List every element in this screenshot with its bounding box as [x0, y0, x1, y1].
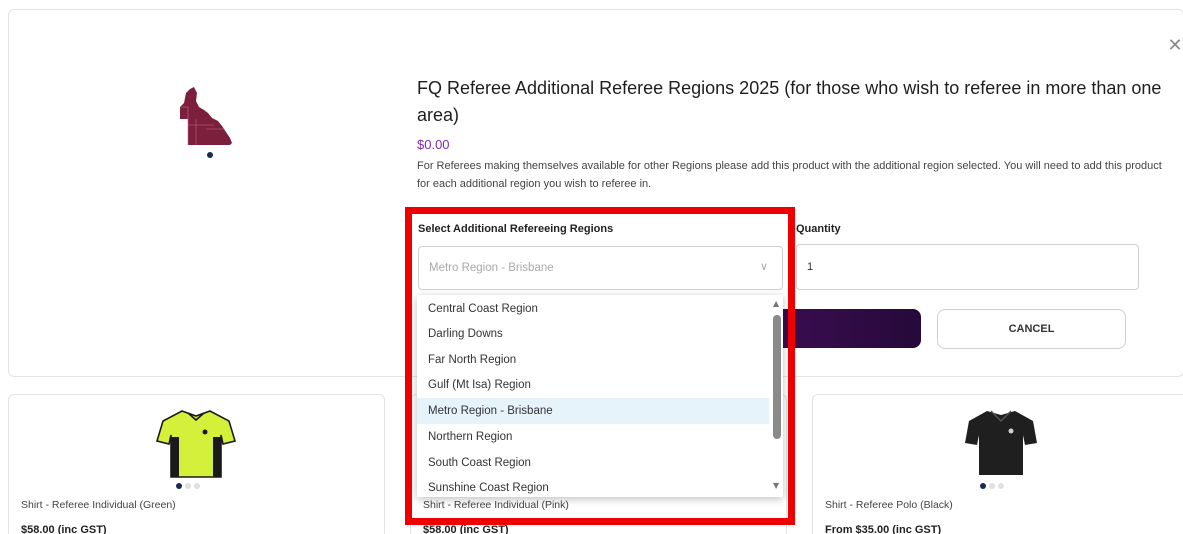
add-to-cart-button[interactable] [780, 309, 921, 348]
carousel-dots [176, 483, 200, 489]
region-option[interactable]: Northern Region [417, 424, 769, 450]
carousel-dots [980, 483, 1004, 489]
region-option-selected[interactable]: Metro Region - Brisbane [417, 398, 769, 424]
chevron-down-icon: ∨ [759, 260, 768, 273]
green-shirt-image [155, 410, 237, 478]
black-polo-image [965, 410, 1037, 475]
product-card[interactable]: Shirt - Referee Polo (Black) From $35.00… [812, 394, 1183, 534]
scroll-down-arrow-icon[interactable]: ▼ [773, 481, 779, 490]
quantity-label: Quantity [796, 223, 841, 235]
region-option[interactable]: Darling Downs [417, 321, 769, 347]
queensland-map-image: · [180, 87, 232, 158]
product-name: Shirt - Referee Individual (Green) [21, 499, 176, 511]
product-name: Shirt - Referee Individual (Pink) [423, 499, 569, 511]
svg-text:·: · [216, 128, 217, 132]
close-icon[interactable]: ✕ [1167, 37, 1183, 55]
product-price: From $35.00 (inc GST) [825, 524, 942, 534]
region-select-value: Metro Region - Brisbane [429, 262, 554, 274]
product-name: Shirt - Referee Polo (Black) [825, 499, 953, 511]
region-select-label: Select Additional Refereeing Regions [418, 223, 614, 235]
product-price: $0.00 [417, 137, 450, 152]
region-dropdown-list[interactable]: Central Coast Region Darling Downs Far N… [417, 295, 783, 497]
region-option[interactable]: Sunshine Coast Region [417, 475, 769, 497]
product-card[interactable]: Shirt - Referee Individual (Green) $58.0… [8, 394, 385, 534]
product-description: For Referees making themselves available… [417, 160, 1162, 190]
product-title: FQ Referee Additional Referee Regions 20… [417, 78, 1162, 125]
scroll-up-arrow-icon[interactable]: ▲ [773, 299, 779, 308]
region-option[interactable]: Gulf (Mt Isa) Region [417, 372, 769, 398]
quantity-input[interactable] [796, 244, 1139, 290]
region-option[interactable]: Central Coast Region [417, 296, 769, 322]
region-select[interactable]: Metro Region - Brisbane ∨ [418, 246, 783, 290]
region-option[interactable]: South Coast Region [417, 450, 769, 476]
cancel-button[interactable]: CANCEL [937, 309, 1126, 349]
product-price: $58.00 (inc GST) [423, 524, 509, 534]
scrollbar-thumb[interactable] [773, 315, 781, 439]
region-option[interactable]: Far North Region [417, 347, 769, 373]
product-price: $58.00 (inc GST) [21, 524, 107, 534]
